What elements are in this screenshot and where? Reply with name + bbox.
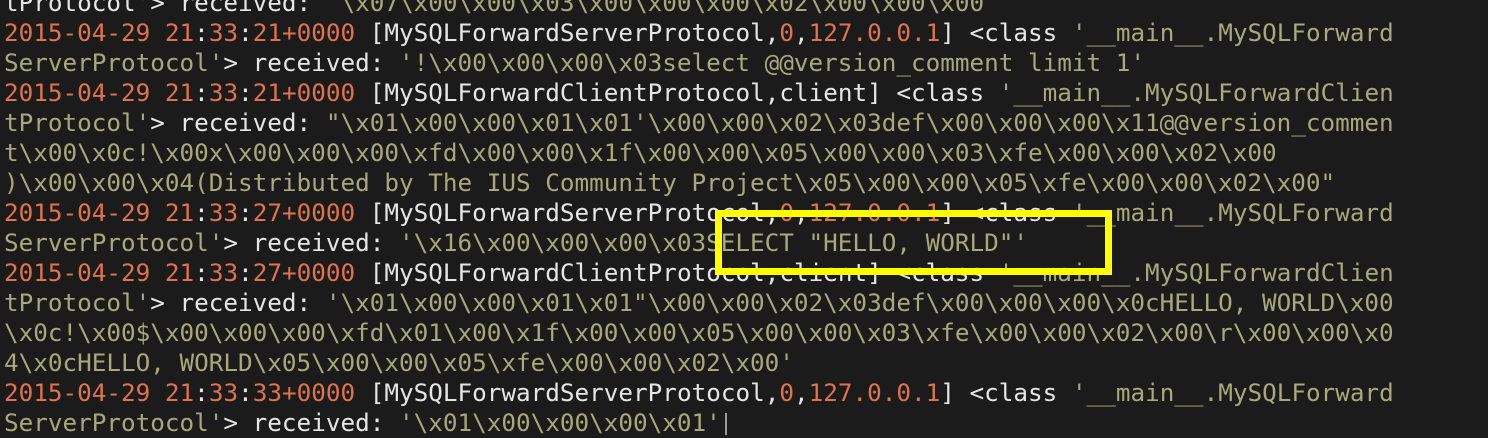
terminal-text-segment: : bbox=[194, 378, 209, 407]
terminal-text-segment: > received: bbox=[150, 288, 326, 317]
terminal-line: tProtocol'> received: '\x01\x00\x00\x01\… bbox=[4, 288, 1488, 318]
terminal-line: tProtocol'> received: "\x01\x00\x00\x01\… bbox=[4, 108, 1488, 138]
terminal-line: 2015-04-29 21:33:27+0000 [MySQLForwardSe… bbox=[4, 198, 1488, 228]
terminal-text-segment: tProtocol' bbox=[4, 108, 151, 137]
terminal-text-segment: 127.0.0.1 bbox=[808, 378, 941, 407]
terminal-line: 2015-04-29 21:33:27+0000 [MySQLForwardCl… bbox=[4, 258, 1488, 288]
terminal-text-segment: 21+0000 bbox=[252, 18, 356, 47]
terminal-text-segment: 33 bbox=[208, 78, 239, 107]
terminal-text-segment: 33 bbox=[208, 18, 239, 47]
terminal-text-segment: , bbox=[793, 18, 809, 47]
terminal-text-segment: : bbox=[238, 18, 253, 47]
terminal-text-segment: > received: bbox=[223, 228, 399, 257]
terminal-text-segment: 4\x0cHELLO, WORLD\x05\x00\x00\x05\xfe\x0… bbox=[4, 348, 794, 377]
terminal-text-segment: ServerProtocol' bbox=[4, 48, 224, 77]
terminal-text-segment: 2015-04-29 21 bbox=[4, 378, 195, 407]
terminal-text-segment: 127.0.0.1 bbox=[808, 198, 941, 227]
terminal-text-segment: 33 bbox=[208, 378, 239, 407]
terminal-text-segment: ] <class bbox=[940, 378, 1072, 407]
terminal-text-segment: , bbox=[793, 198, 809, 227]
terminal-line: 2015-04-29 21:33:21+0000 [MySQLForwardSe… bbox=[4, 18, 1488, 48]
terminal-text-segment: '__main__.MySQLForwardClien bbox=[998, 258, 1394, 287]
terminal-line: t\x00\x0c!\x00x\x00\x00\x00\xfd\x00\x00\… bbox=[4, 138, 1488, 168]
terminal-output: tProtocol'> received: '\x07\x00\x00\x03\… bbox=[4, 0, 1488, 438]
terminal-text-segment: 27+0000 bbox=[252, 198, 356, 227]
terminal-text-segment: 2015-04-29 21 bbox=[4, 198, 195, 227]
terminal-text-segment: '__main__.MySQLForwardClien bbox=[998, 78, 1394, 107]
terminal-text-segment: 33+0000 bbox=[252, 378, 356, 407]
terminal-text-segment: \x0c!\x00$\x00\x00\x00\xfd\x01\x00\x1f\x… bbox=[4, 318, 1394, 347]
terminal-text-segment: 2015-04-29 21 bbox=[4, 78, 195, 107]
terminal-text-segment: 0 bbox=[779, 18, 794, 47]
terminal-text-segment: )\x00\x00\x04(Distributed by The IUS Com… bbox=[4, 168, 1336, 197]
text-cursor bbox=[724, 413, 727, 435]
terminal-text-segment: '!\x00\x00\x00\x03select @@version_comme… bbox=[398, 48, 1145, 77]
terminal-text-segment: '__main__.MySQLForward bbox=[1071, 378, 1394, 407]
terminal-text-segment: '__main__.MySQLForward bbox=[1071, 198, 1394, 227]
terminal-text-segment: > received: bbox=[150, 108, 326, 137]
terminal-text-segment: 21+0000 bbox=[252, 78, 356, 107]
terminal-line: \x0c!\x00$\x00\x00\x00\xfd\x01\x00\x1f\x… bbox=[4, 318, 1488, 348]
terminal-text-segment: '__main__.MySQLForward bbox=[1071, 18, 1394, 47]
terminal-text-segment: > received: bbox=[223, 48, 399, 77]
terminal-text-segment: : bbox=[238, 198, 253, 227]
terminal-line: 4\x0cHELLO, WORLD\x05\x00\x00\x05\xfe\x0… bbox=[4, 348, 1488, 378]
terminal-text-segment: 2015-04-29 21 bbox=[4, 18, 195, 47]
terminal-text-segment: 27+0000 bbox=[252, 258, 356, 287]
terminal-line: )\x00\x00\x04(Distributed by The IUS Com… bbox=[4, 168, 1488, 198]
terminal-text-segment: : bbox=[238, 378, 253, 407]
terminal-text-segment: : bbox=[194, 18, 209, 47]
terminal-text-segment: [MySQLForwardClientProtocol,client] <cla… bbox=[355, 78, 999, 107]
terminal-line: 2015-04-29 21:33:21+0000 [MySQLForwardCl… bbox=[4, 78, 1488, 108]
terminal-text-segment: '\x01\x00\x00\x01\x01"\x00\x00\x02\x03de… bbox=[325, 288, 1394, 317]
terminal-line: ServerProtocol'> received: '\x01\x00\x00… bbox=[4, 408, 1488, 438]
terminal-line: tProtocol'> received: '\x07\x00\x00\x03\… bbox=[4, 0, 1488, 18]
terminal-text-segment: 127.0.0.1 bbox=[808, 18, 941, 47]
terminal-line: ServerProtocol'> received: '\x16\x00\x00… bbox=[4, 228, 1488, 258]
terminal-text-segment: ServerProtocol' bbox=[4, 228, 224, 257]
terminal-text-segment: : bbox=[194, 198, 209, 227]
terminal-line: 2015-04-29 21:33:33+0000 [MySQLForwardSe… bbox=[4, 378, 1488, 408]
terminal-text-segment: [MySQLForwardServerProtocol, bbox=[355, 378, 780, 407]
terminal-text-segment: [MySQLForwardServerProtocol, bbox=[355, 198, 780, 227]
terminal-text-segment: t\x00\x0c!\x00x\x00\x00\x00\xfd\x00\x00\… bbox=[4, 138, 1277, 167]
terminal-line: ServerProtocol'> received: '!\x00\x00\x0… bbox=[4, 48, 1488, 78]
terminal-text-segment: ] <class bbox=[940, 18, 1072, 47]
terminal-text-segment: "\x01\x00\x00\x01\x01'\x00\x00\x02\x03de… bbox=[325, 108, 1394, 137]
terminal-text-segment: , bbox=[793, 378, 809, 407]
terminal-text-segment: 33 bbox=[208, 198, 239, 227]
terminal-text-segment: 33 bbox=[208, 258, 239, 287]
terminal-text-segment: 2015-04-29 21 bbox=[4, 258, 195, 287]
terminal-text-segment: : bbox=[238, 258, 253, 287]
terminal-text-segment: 0 bbox=[779, 378, 794, 407]
terminal-text-segment: 0 bbox=[779, 198, 794, 227]
terminal-text-segment: '\x07\x00\x00\x03\x00\x00\x00\x02\x00\x0… bbox=[325, 0, 999, 17]
terminal-text-segment: tProtocol' bbox=[4, 288, 151, 317]
terminal-text-segment: [MySQLForwardServerProtocol, bbox=[355, 18, 780, 47]
terminal-text-segment: : bbox=[194, 258, 209, 287]
terminal-text-segment: ] <class bbox=[940, 198, 1072, 227]
terminal-text-segment: : bbox=[238, 78, 253, 107]
terminal-text-segment: : bbox=[194, 78, 209, 107]
terminal-text-segment: '\x16\x00\x00\x00\x03SELECT "HELLO, WORL… bbox=[398, 228, 1028, 257]
terminal-text-segment: [MySQLForwardClientProtocol,client] <cla… bbox=[355, 258, 999, 287]
terminal-text-segment: tProtocol'> received: bbox=[4, 0, 326, 17]
